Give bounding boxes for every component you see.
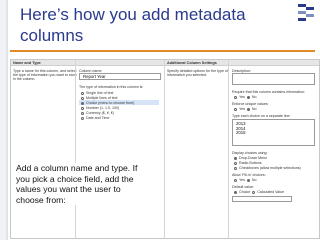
type-option-number[interactable]: Number (1, 1.0, 100) [81,106,119,110]
fillin-yes-radio[interactable]: Yes [234,178,245,182]
additional-desc-2: information you selected. [167,73,207,77]
slide-title: Here’s how you add metadata columns [20,4,270,46]
corner-decoration-icon [298,4,314,24]
column-settings-screenshot: Name and Type Type a name for this colum… [10,59,320,239]
type-label: The type of information in this column i… [79,85,144,89]
name-type-section: Name and Type Type a name for this colum… [11,60,77,238]
default-options: Choice Calculated Value [234,190,284,194]
fillin-label: Allow 'Fill-in' choices: [232,173,266,177]
require-no-radio[interactable]: No [246,95,256,99]
additional-settings-header: Additional Column Settings [165,60,228,66]
default-value-dropdown[interactable] [232,196,292,202]
display-label: Display choices using: [232,151,268,155]
column-name-value: Report Year [83,74,106,79]
default-choice-radio[interactable]: Choice [234,190,250,194]
type-option-date-time[interactable]: Date and Time [81,116,109,120]
additional-settings-section: Additional Column Settings Specify detai… [165,60,228,238]
choices-textarea[interactable]: 2013 2014 2015 [232,119,315,146]
require-yes-radio[interactable]: Yes [234,95,245,99]
require-options: Yes No [234,95,256,99]
slide-title-line-2: columns [20,26,84,45]
display-radio-buttons-radio[interactable]: Radio Buttons [234,161,262,165]
type-option-single-line[interactable]: Single line of text [81,91,113,95]
default-label: Default value: [232,185,254,189]
name-type-desc-3: in the column. [13,77,36,81]
fillin-options: Yes No [234,178,256,182]
fillin-no-radio[interactable]: No [246,178,256,182]
default-calculated-radio[interactable]: Calculated Value [252,190,284,194]
display-checkboxes-radio[interactable]: Checkboxes (allow multiple selections) [234,166,301,170]
slide-caption: Add a column name and type. If you pick … [16,163,144,205]
enforce-options: Yes No [234,107,256,111]
slide-title-line-1: Here’s how you add metadata [20,5,246,24]
settings-controls: Description: Require that this column co… [229,60,319,238]
enforce-no-radio[interactable]: No [246,107,256,111]
type-option-choice[interactable]: Choice (menu to choose from) [81,101,134,105]
description-textarea[interactable] [232,73,315,85]
choices-label: Type each choice on a separate line: [232,114,291,118]
enforce-label: Enforce unique values: [232,102,269,106]
slide-accent-line [6,0,8,240]
title-divider [10,50,315,52]
choice-value: 2015 [236,130,246,135]
type-option-currency[interactable]: Currency ($, ¥, €) [81,111,114,115]
display-dropdown-radio[interactable]: Drop-Down Menu [234,156,267,160]
column-name-section: Column name: Report Year The type of inf… [76,60,164,238]
column-name-input[interactable]: Report Year [79,73,161,80]
enforce-yes-radio[interactable]: Yes [234,107,245,111]
require-label: Require that this column contains inform… [232,90,305,94]
name-type-header: Name and Type [11,60,75,66]
